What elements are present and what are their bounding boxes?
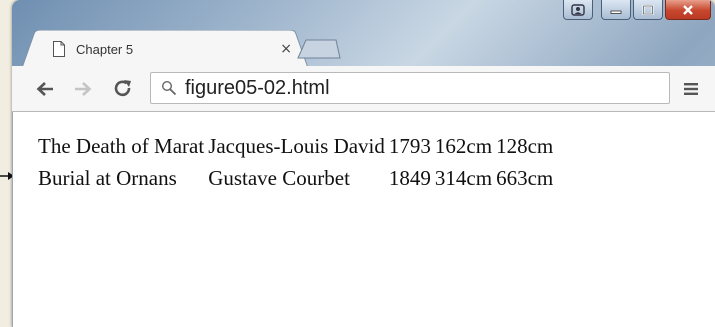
arrow-right-icon	[75, 82, 92, 96]
page-icon	[53, 41, 65, 57]
tab-close-button[interactable]: ×	[280, 41, 292, 57]
window-caption-buttons	[563, 0, 711, 22]
hamburger-menu-icon	[684, 83, 698, 95]
browser-toolbar: figure05-02.html	[12, 66, 715, 112]
maximize-icon	[642, 4, 654, 15]
address-bar-text[interactable]: figure05-02.html	[185, 77, 330, 100]
artist-cell: Jacques-Louis David	[208, 134, 385, 158]
height-cell: 663cm	[496, 166, 554, 190]
reload-icon	[114, 80, 131, 97]
user-icon	[571, 3, 585, 16]
tab-chapter-5[interactable]: Chapter 5 ×	[40, 38, 298, 60]
minimize-icon	[610, 10, 622, 14]
back-button[interactable]	[34, 78, 56, 100]
forward-button[interactable]	[72, 78, 94, 100]
artwork-table: The Death of Marat Jacques-Louis David 1…	[35, 130, 556, 194]
year-cell: 1849	[388, 166, 431, 190]
reload-button[interactable]	[112, 78, 134, 100]
user-profile-button[interactable]	[563, 0, 593, 20]
browser-menu-button[interactable]	[680, 78, 702, 100]
artwork-title-cell: The Death of Marat	[38, 134, 205, 158]
new-tab-button[interactable]	[296, 38, 342, 60]
arrow-left-icon	[36, 82, 53, 96]
close-icon	[683, 4, 693, 15]
table-row: The Death of Marat Jacques-Louis David 1…	[37, 130, 554, 162]
width-cell: 314cm	[434, 166, 493, 190]
table-row: Burial at Ornans Gustave Courbet 1849 31…	[37, 162, 554, 194]
artist-cell: Gustave Courbet	[208, 166, 350, 190]
tab-title: Chapter 5	[76, 41, 134, 57]
minimize-button[interactable]	[601, 0, 631, 20]
width-cell: 162cm	[434, 134, 493, 158]
year-cell: 1793	[388, 134, 431, 158]
close-window-button[interactable]	[665, 0, 711, 20]
address-bar[interactable]: figure05-02.html	[150, 72, 670, 104]
page-viewport: The Death of Marat Jacques-Louis David 1…	[12, 112, 715, 327]
artwork-title-cell: Burial at Ornans	[38, 166, 177, 190]
maximize-button[interactable]	[633, 0, 663, 20]
search-icon	[161, 80, 177, 96]
height-cell: 128cm	[496, 134, 554, 158]
